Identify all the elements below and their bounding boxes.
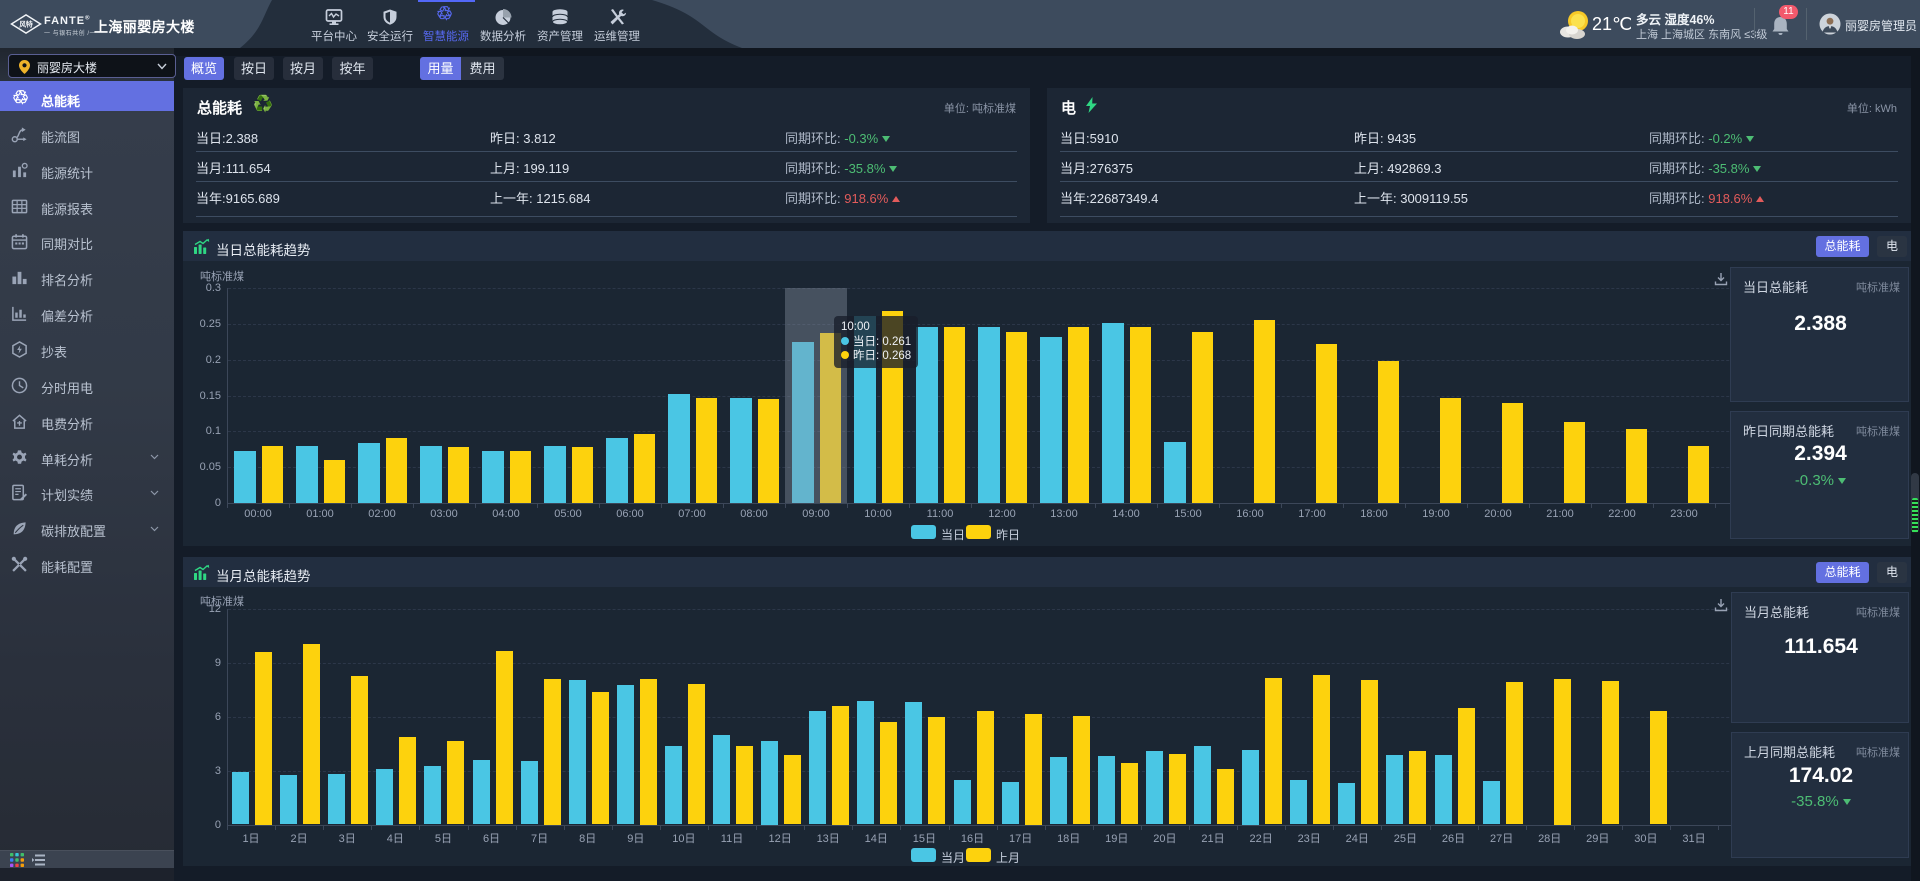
svg-text:风特: 风特 [19,20,33,29]
